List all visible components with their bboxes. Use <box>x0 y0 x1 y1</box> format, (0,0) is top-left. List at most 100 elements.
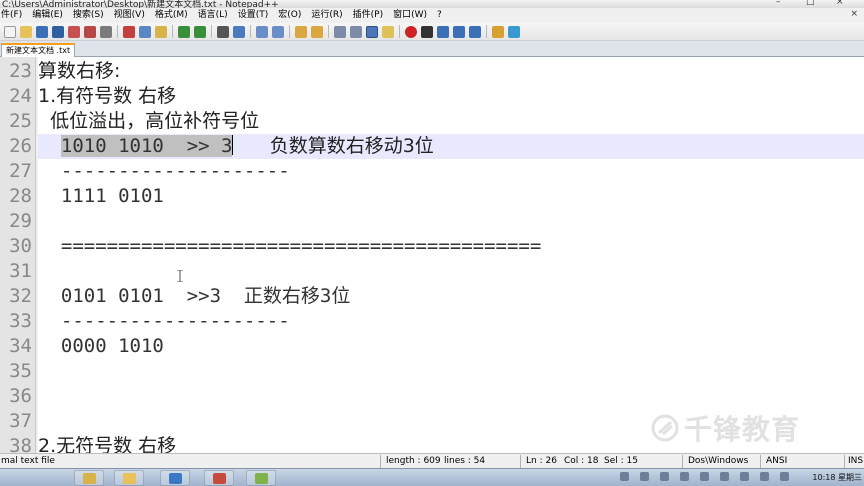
macro-play-icon[interactable] <box>437 25 449 38</box>
menu-search[interactable]: 搜索(S) <box>68 8 109 23</box>
watermark-logo-icon <box>651 414 679 442</box>
text-selection[interactable]: 1010 1010 >> 3 <box>60 135 233 157</box>
find-icon[interactable] <box>217 25 229 38</box>
run-icon[interactable] <box>492 25 504 38</box>
zoom-in-icon[interactable] <box>256 25 268 38</box>
menu-run[interactable]: 运行(R) <box>306 8 347 23</box>
tray-icon[interactable] <box>680 472 689 481</box>
text-line[interactable] <box>38 259 864 284</box>
tray-icon[interactable] <box>640 472 649 481</box>
text-line[interactable]: 算数右移: <box>38 59 864 84</box>
sync-scroll-icon[interactable] <box>295 25 307 38</box>
toolbar-separator <box>328 25 329 38</box>
macro-play-multiple-icon[interactable] <box>453 25 465 38</box>
paste-icon[interactable] <box>155 25 167 38</box>
watermark-text: 千锋教育 <box>684 413 801 446</box>
word-wrap-icon[interactable] <box>334 25 346 38</box>
text-line[interactable]: ========================================… <box>38 234 864 259</box>
close-all-icon[interactable] <box>84 25 96 38</box>
close-icon[interactable]: × <box>836 0 844 7</box>
taskbar-app-notepad[interactable] <box>246 470 276 486</box>
menu-window[interactable]: 窗口(W) <box>388 8 432 23</box>
spell-check-icon[interactable] <box>508 25 520 38</box>
tray-icon[interactable] <box>700 472 709 481</box>
text-line[interactable]: 1111 0101 <box>38 184 864 209</box>
save-icon[interactable] <box>36 25 48 38</box>
line-number: 36 <box>9 385 32 407</box>
tab-document[interactable]: 新建文本文档 .txt <box>1 43 76 57</box>
line-number: 35 <box>9 360 32 382</box>
tray-icon[interactable] <box>660 472 669 481</box>
toolbar-separator <box>172 25 173 38</box>
menu-file[interactable]: 件(F) <box>0 8 27 23</box>
menu-bar: 件(F) 编辑(E) 搜索(S) 视图(V) 格式(M) 语言(L) 设置(T)… <box>0 8 864 23</box>
indent-guide-icon[interactable] <box>366 25 378 38</box>
line-text: 0000 1010 <box>38 335 164 357</box>
text-line[interactable]: 1.有符号数 右移 <box>38 84 864 109</box>
cut-icon[interactable] <box>123 25 135 38</box>
macro-record-icon[interactable] <box>405 25 417 38</box>
text-line[interactable]: -------------------- <box>38 159 864 184</box>
taskbar-clock[interactable]: 10:18 星期三 <box>812 469 862 486</box>
title-bar: C:\Users\Administrator\Desktop\新建文本文档.tx… <box>0 0 864 8</box>
status-lines: lines : 54 <box>444 456 486 466</box>
menu-language[interactable]: 语言(L) <box>193 8 233 23</box>
tray-icon[interactable] <box>720 472 729 481</box>
tray-icon[interactable] <box>760 472 769 481</box>
menu-settings[interactable]: 设置(T) <box>233 8 274 23</box>
menu-macro[interactable]: 宏(O) <box>273 8 306 23</box>
line-number: 33 <box>9 310 32 332</box>
watermark: 千锋教育 <box>650 408 800 448</box>
taskbar-app-chart[interactable] <box>160 470 190 486</box>
redo-icon[interactable] <box>194 25 206 38</box>
menu-plugins[interactable]: 插件(P) <box>348 8 388 23</box>
menu-view[interactable]: 视图(V) <box>109 8 150 23</box>
network-icon[interactable] <box>780 472 789 481</box>
toolbar-separator <box>250 25 251 38</box>
tray-icon[interactable] <box>620 472 629 481</box>
text-line[interactable]: 低位溢出，高位补符号位 <box>38 109 864 134</box>
text-line[interactable]: 0101 0101 >>3 正数右移3位 <box>38 284 864 309</box>
line-text: -------------------- <box>38 310 290 332</box>
text-line[interactable] <box>38 384 864 409</box>
minimize-icon[interactable]: – <box>776 0 781 7</box>
copy-icon[interactable] <box>139 25 151 38</box>
current-line[interactable]: 1010 1010 >> 3 负数算数右移动3位 <box>38 134 864 159</box>
user-lang-icon[interactable] <box>382 25 394 38</box>
text-line[interactable]: 0000 1010 <box>38 334 864 359</box>
editor-area[interactable]: 23 24 25 26 27 28 29 30 31 32 33 34 35 36 37 38 算数右移: 1.… <box>0 57 864 453</box>
menu-format[interactable]: 格式(M) <box>150 8 193 23</box>
taskbar-app-folder[interactable] <box>114 470 144 486</box>
taskbar-app-explorer[interactable] <box>74 470 104 486</box>
text-line[interactable]: -------------------- <box>38 309 864 334</box>
text-line[interactable] <box>38 209 864 234</box>
menu-edit[interactable]: 编辑(E) <box>27 8 68 23</box>
print-icon[interactable] <box>100 25 112 38</box>
line-number: 38 <box>9 435 32 453</box>
notepad-plus-plus-icon <box>255 473 268 484</box>
close-file-icon[interactable] <box>68 25 80 38</box>
open-file-icon[interactable] <box>20 25 32 38</box>
sync-scroll-h-icon[interactable] <box>311 25 323 38</box>
text-line[interactable] <box>38 359 864 384</box>
undo-icon[interactable] <box>178 25 190 38</box>
toolbar-separator <box>211 25 212 38</box>
tray-icon[interactable] <box>740 472 749 481</box>
line-number-gutter: 23 24 25 26 27 28 29 30 31 32 33 34 35 36 37 38 <box>0 57 36 453</box>
text-cursor-icon <box>177 270 183 282</box>
macro-stop-icon[interactable] <box>421 25 433 38</box>
replace-icon[interactable] <box>233 25 245 38</box>
show-all-chars-icon[interactable] <box>350 25 362 38</box>
status-sel: Sel : 15 <box>604 456 638 466</box>
status-length: length : 609 <box>386 456 441 466</box>
zoom-out-icon[interactable] <box>272 25 284 38</box>
macro-save-icon[interactable] <box>469 25 481 38</box>
save-all-icon[interactable] <box>52 25 64 38</box>
status-eol: Dos\Windows <box>688 456 749 466</box>
taskbar-app-browser[interactable] <box>204 470 234 486</box>
maximize-icon[interactable]: □ <box>806 0 815 7</box>
new-file-icon[interactable] <box>4 25 16 38</box>
status-separator <box>520 455 521 468</box>
document-close-icon[interactable]: × <box>850 9 858 19</box>
menu-help[interactable]: ? <box>432 8 447 23</box>
